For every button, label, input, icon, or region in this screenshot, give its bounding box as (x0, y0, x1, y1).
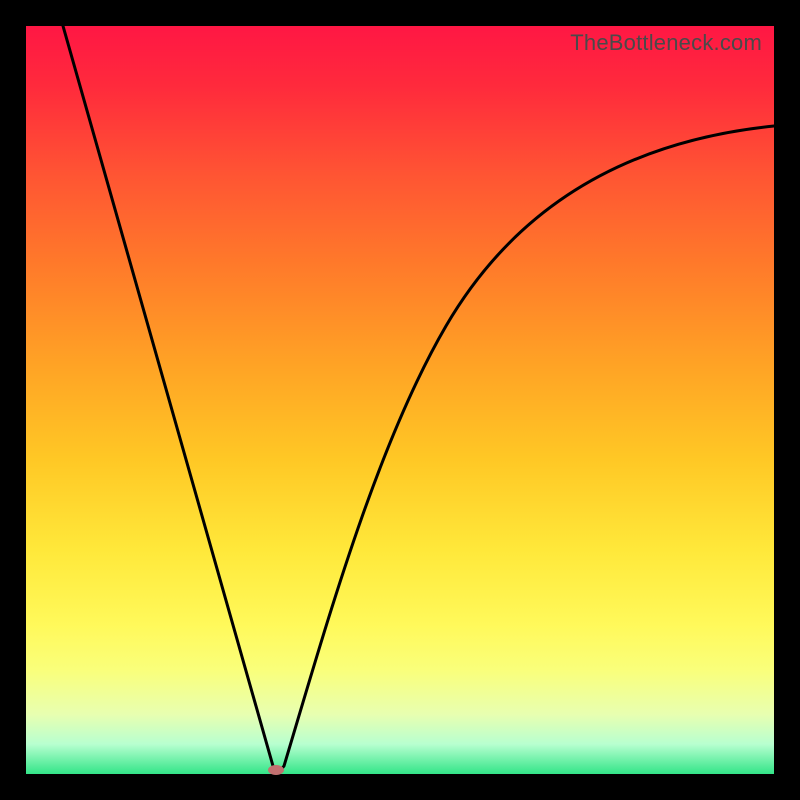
bottleneck-curve (26, 26, 774, 774)
curve-path (63, 26, 774, 770)
minimum-marker (268, 765, 284, 775)
chart-area: TheBottleneck.com (26, 26, 774, 774)
